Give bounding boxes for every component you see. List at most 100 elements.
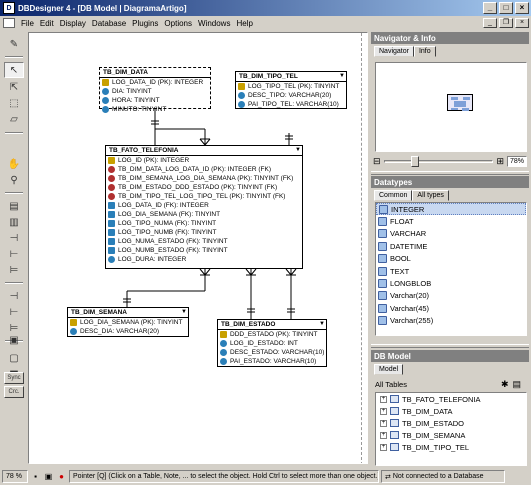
disk-icon[interactable]: ▪ [30, 471, 41, 482]
sync-button[interactable]: Sync [4, 372, 24, 384]
entity-column[interactable]: DIA: TINYINT [100, 87, 210, 96]
zoom-out-icon[interactable]: ⊟ [373, 156, 381, 167]
minimize-button[interactable]: _ [483, 2, 497, 14]
entity-column[interactable]: PAI_ESTADO: VARCHAR(10) [218, 357, 326, 366]
menu-plugins[interactable]: Plugins [129, 19, 161, 28]
relation-11-sub-tool-icon[interactable]: ⊢ [4, 304, 24, 320]
move-tool-icon[interactable]: ⬚ [4, 95, 24, 111]
entity-column[interactable]: TB_DIM_ESTADO_DDD_ESTADO (PK): TINYINT (… [106, 183, 302, 192]
navigator-preview[interactable] [375, 62, 527, 152]
entity-column[interactable]: LOG_TIPO_NUMB (FK): TINYINT [106, 228, 302, 237]
entity-tb-dim-semana[interactable]: TB_DIM_SEMANA ▼ LOG_DIA_SEMANA (PK): TINY… [67, 307, 189, 337]
entity-column[interactable]: LOG_DURA: INTEGER [106, 255, 302, 264]
collapse-arrow-icon[interactable]: ▼ [338, 72, 346, 81]
table-tool-icon[interactable]: ▤ [4, 198, 24, 214]
zoom-slider[interactable] [383, 155, 494, 167]
refresh-icon[interactable]: ▤ [512, 379, 521, 390]
datatype-item[interactable]: FLOAT [376, 215, 526, 227]
entity-column[interactable]: MINUTO: TINYINT [100, 105, 210, 114]
menu-display[interactable]: Display [57, 19, 89, 28]
zoom-value[interactable]: 78% [507, 155, 527, 167]
child-restore-button[interactable]: ❐ [499, 18, 513, 28]
image-tool-icon[interactable]: ▢ [4, 350, 24, 366]
expand-icon[interactable]: + [380, 395, 387, 403]
tab-info[interactable]: Info [413, 46, 436, 57]
entity-column[interactable]: TB_DIM_TIPO_TEL_LOG_TIPO_TEL (PK): TINYI… [106, 192, 302, 201]
entity-column[interactable]: DDD_ESTADO (PK): TINYINT [218, 330, 326, 339]
datatype-item[interactable]: BOOL [376, 253, 526, 265]
entity-column[interactable]: DESC_TIPO: VARCHAR(20) [236, 91, 346, 100]
datatype-item[interactable]: TEXT [376, 265, 526, 277]
zoom-tool-icon[interactable]: ⚲ [4, 172, 24, 188]
entity-column[interactable]: LOG_ID (PK): INTEGER [106, 156, 302, 165]
relation-1n-tool-icon[interactable]: ⊣ [4, 230, 24, 246]
pointer-tool-icon[interactable]: ↖ [4, 62, 24, 78]
entity-tb-dim-tipo-tel[interactable]: TB_DIM_TIPO_TEL ▼ LOG_TIPO_TEL (PK): TINY… [235, 71, 347, 109]
panel-splitter[interactable] [371, 344, 529, 348]
navigator-viewport[interactable] [447, 94, 473, 111]
datatype-item[interactable]: Varchar(20) [376, 290, 526, 302]
expand-icon[interactable]: + [380, 443, 387, 451]
table-tree[interactable]: + TB_FATO_TELEFONIA + TB_DIM_DATA + TB_DIM_ES… [375, 392, 527, 466]
record-icon[interactable]: ● [56, 471, 67, 482]
tab-model[interactable]: Model [374, 364, 404, 375]
tab-all-types[interactable]: All types [412, 190, 449, 201]
entity-column[interactable]: DESC_ESTADO: VARCHAR(10) [218, 348, 326, 357]
menu-database[interactable]: Database [89, 19, 129, 28]
menu-edit[interactable]: Edit [37, 19, 57, 28]
child-close-button[interactable]: × [515, 18, 529, 28]
menu-options[interactable]: Options [161, 19, 195, 28]
datatype-item[interactable]: DATETIME [376, 240, 526, 252]
relation-11-tool-icon[interactable]: ⊢ [4, 246, 24, 262]
datatype-list[interactable]: INTEGER FLOAT VARCHAR DATETIME BOOL TEXT LONGB… [375, 202, 527, 336]
collapse-arrow-icon[interactable]: ▼ [180, 308, 188, 317]
entity-column[interactable]: PAI_TIPO_TEL: VARCHAR(10) [236, 100, 346, 109]
entity-column[interactable]: LOG_DIA_SEMANA (FK): TINYINT [106, 210, 302, 219]
entity-tb-fato-telefonia[interactable]: TB_FATO_TELEFONIA ▼ LOG_ID (PK): INTEGER T… [105, 145, 303, 269]
hand-tool-icon[interactable]: ✋ [4, 156, 24, 172]
note-tool-icon[interactable]: ▣ [4, 332, 24, 348]
tab-navigator[interactable]: Navigator [374, 46, 414, 57]
entity-column[interactable]: DESC_DIA: VARCHAR(20) [68, 327, 188, 336]
view-tool-icon[interactable]: ▥ [4, 214, 24, 230]
crc-button[interactable]: Crc. [4, 386, 24, 398]
datatype-item[interactable]: LONGBLOB [376, 277, 526, 289]
select-add-tool-icon[interactable]: ⇱ [4, 79, 24, 95]
expand-icon[interactable]: + [380, 419, 387, 427]
save-icon[interactable]: ▣ [43, 471, 54, 482]
zoom-slider-thumb[interactable] [410, 155, 419, 167]
maximize-button[interactable]: □ [499, 2, 513, 14]
datatype-item[interactable]: INTEGER [376, 203, 526, 216]
tree-table-item[interactable]: + TB_DIM_SEMANA [376, 429, 526, 441]
tree-table-item[interactable]: + TB_DIM_ESTADO [376, 417, 526, 429]
menu-file[interactable]: File [18, 19, 37, 28]
tree-table-item[interactable]: + TB_DIM_TIPO_TEL [376, 441, 526, 453]
relation-1n-sub-tool-icon[interactable]: ⊣ [4, 288, 24, 304]
tree-table-item[interactable]: + TB_DIM_DATA [376, 405, 526, 417]
document-icon[interactable] [3, 18, 15, 28]
datatype-item[interactable]: Varchar(45) [376, 302, 526, 314]
entity-column[interactable]: LOG_TIPO_TEL (PK): TINYINT [236, 82, 346, 91]
collapse-arrow-icon[interactable]: ▼ [318, 320, 326, 329]
menu-help[interactable]: Help [233, 19, 255, 28]
datatype-item[interactable]: Varchar(255) [376, 315, 526, 327]
collapse-arrow-icon[interactable]: ▼ [294, 146, 302, 155]
entity-column[interactable]: LOG_DATA_ID (PK): INTEGER [100, 78, 210, 87]
entity-column[interactable]: LOG_NUMB_ESTADO (FK): TINYINT [106, 246, 302, 255]
entity-tb-dim-data[interactable]: TB_DIM_DATA LOG_DATA_ID (PK): INTEGER DIA… [99, 67, 211, 113]
entity-column[interactable]: LOG_DATA_ID (FK): INTEGER [106, 201, 302, 210]
entity-column[interactable]: LOG_ID_ESTADO: INT [218, 339, 326, 348]
menu-windows[interactable]: Windows [195, 19, 233, 28]
panel-splitter[interactable] [371, 171, 529, 175]
tab-common[interactable]: Common [374, 190, 413, 201]
datatype-item[interactable]: VARCHAR [376, 228, 526, 240]
eraser-tool-icon[interactable]: ▱ [4, 111, 24, 127]
entity-column[interactable]: LOG_DIA_SEMANA (PK): TINYINT [68, 318, 188, 327]
entity-column[interactable]: LOG_TIPO_NUMA (FK): TINYINT [106, 219, 302, 228]
child-minimize-button[interactable]: _ [483, 18, 497, 28]
entity-column[interactable]: HORA: TINYINT [100, 96, 210, 105]
diagram-canvas[interactable]: TB_DIM_DATA LOG_DATA_ID (PK): INTEGER DIA… [28, 32, 368, 464]
entity-tb-dim-estado[interactable]: TB_DIM_ESTADO ▼ DDD_ESTADO (PK): TINYINT L… [217, 319, 327, 367]
entity-column[interactable]: TB_DIM_DATA_LOG_DATA_ID (PK): INTEGER (F… [106, 165, 302, 174]
entity-column[interactable]: LOG_NUMA_ESTADO (FK): TINYINT [106, 237, 302, 246]
